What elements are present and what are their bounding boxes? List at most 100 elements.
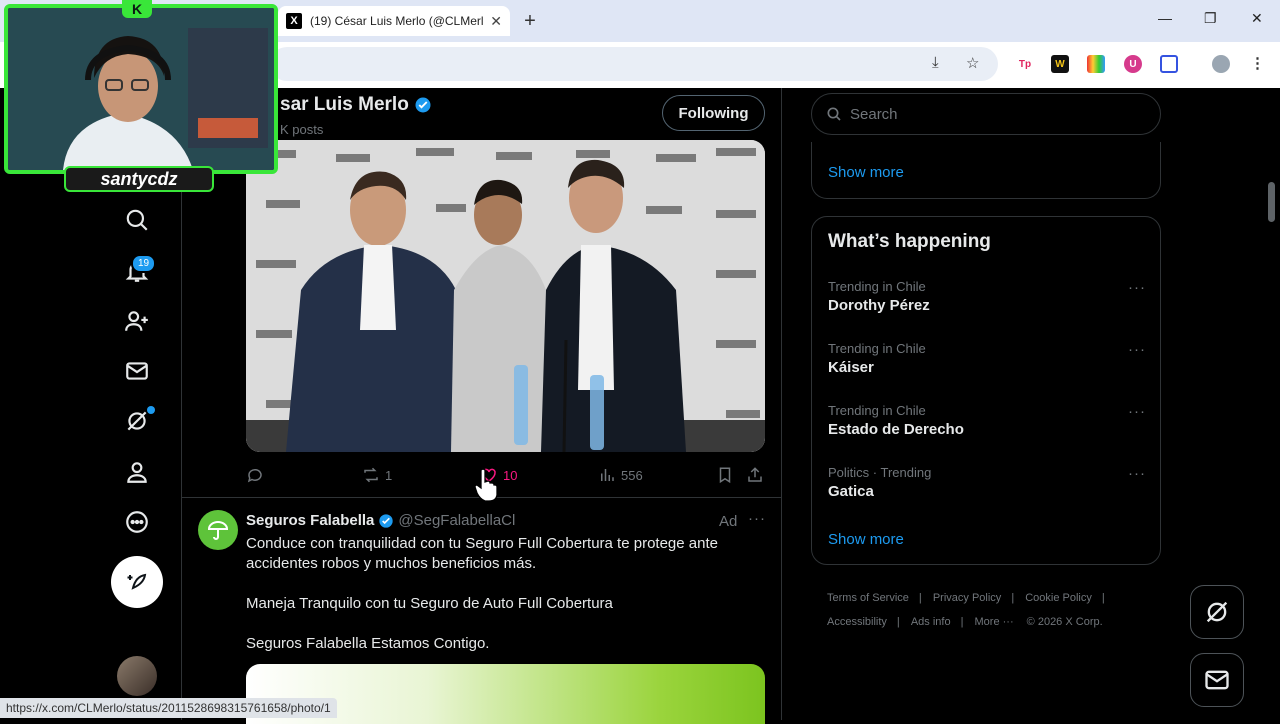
verified-badge-icon	[379, 513, 394, 528]
webcam-video	[8, 8, 274, 170]
ad-paragraph: Seguros Falabella Estamos Contigo.	[246, 635, 490, 652]
browser-menu-icon[interactable]: ⋮	[1250, 54, 1265, 72]
sidebar-box-top: Show more	[811, 142, 1161, 199]
verified-badge-icon	[415, 97, 431, 113]
ad-author-name[interactable]: Seguros Falabella	[246, 512, 374, 529]
minimize-icon[interactable]: —	[1158, 10, 1172, 26]
trend-item[interactable]: Trending in Chile Dorothy Pérez ···	[828, 279, 1146, 314]
webcam-overlay: K santycdz	[0, 0, 282, 196]
bookmark-button[interactable]	[716, 466, 739, 484]
trend-more-icon[interactable]: ···	[1128, 465, 1146, 482]
post-photo[interactable]	[246, 140, 765, 452]
footer-copyright: © 2026 X Corp.	[1026, 616, 1103, 628]
page-scrollbar-thumb[interactable]	[1268, 182, 1275, 222]
extension-color-icon[interactable]	[1087, 55, 1105, 73]
ad-paragraph: Maneja Tranquilo con tu Seguro de Auto F…	[246, 595, 613, 612]
feather-plus-icon	[127, 573, 147, 590]
extension-w-icon[interactable]: W	[1051, 55, 1069, 73]
streamer-name: santycdz	[64, 166, 214, 192]
bookmark-icon	[719, 467, 731, 484]
whats-happening-box: What’s happening Trending in Chile Dorot…	[811, 216, 1161, 565]
maximize-icon[interactable]: ❐	[1204, 10, 1217, 27]
window-close-icon[interactable]: ✕	[1251, 10, 1263, 27]
profile-icon[interactable]	[122, 457, 152, 487]
trend-item[interactable]: Politics · Trending Gatica ···	[828, 465, 1146, 500]
ad-paragraph: Conduce con tranquilidad con tu Seguro F…	[246, 535, 718, 572]
grok-float-button[interactable]	[1190, 585, 1244, 639]
views-chart-icon	[601, 469, 614, 481]
profile-post-count: K posts	[280, 122, 324, 137]
bookmark-star-icon[interactable]: ☆	[966, 54, 979, 72]
webcam-frame	[4, 4, 278, 174]
profile-avatar-icon[interactable]	[1212, 55, 1230, 73]
search-icon	[827, 107, 841, 121]
footer-ads-info-link[interactable]: Ads info	[911, 616, 951, 628]
trend-more-icon[interactable]: ···	[1128, 341, 1146, 358]
repost-count: 1	[385, 467, 393, 483]
footer-accessibility-link[interactable]: Accessibility	[827, 616, 887, 628]
footer-more-link[interactable]: More ···	[975, 616, 1014, 628]
footer-cookie-link[interactable]: Cookie Policy	[1025, 592, 1092, 604]
trend-name: Káiser	[828, 359, 874, 376]
reply-icon	[247, 468, 262, 483]
footer-terms-link[interactable]: Terms of Service	[827, 592, 909, 604]
extension-tp-icon[interactable]: Tp	[1016, 55, 1034, 73]
repost-icon	[364, 467, 378, 483]
ad-more-icon[interactable]: ···	[748, 510, 766, 527]
view-count: 556	[621, 467, 643, 483]
compose-post-button[interactable]	[111, 556, 163, 608]
trend-context: Politics · Trending	[828, 465, 932, 480]
ad-author-handle[interactable]: @SegFalabellaCl	[398, 512, 515, 529]
trend-more-icon[interactable]: ···	[1128, 279, 1146, 296]
views-button[interactable]: 556	[598, 466, 643, 484]
x-favicon-icon: X	[286, 13, 302, 29]
trend-name: Gatica	[828, 483, 874, 500]
search-input[interactable]: Search	[811, 93, 1161, 135]
show-more-link[interactable]: Show more	[828, 164, 904, 181]
search-placeholder: Search	[850, 105, 898, 123]
more-options-icon[interactable]	[122, 507, 152, 537]
whats-happening-title: What’s happening	[828, 231, 991, 252]
press-conference-image	[246, 140, 765, 452]
explore-icon[interactable]	[122, 205, 152, 235]
repost-button[interactable]: 1	[362, 466, 392, 484]
trend-context: Trending in Chile	[828, 403, 926, 418]
footer-privacy-link[interactable]: Privacy Policy	[933, 592, 1001, 604]
share-icon	[748, 467, 762, 482]
messages-mail-icon[interactable]	[122, 356, 152, 386]
ad-label: Ad	[719, 513, 738, 530]
account-avatar[interactable]	[117, 656, 157, 696]
extension-u-icon[interactable]: U	[1124, 55, 1142, 73]
grok-icon	[1206, 601, 1228, 623]
ad-header: Seguros Falabella @SegFalabellaCl	[246, 512, 515, 529]
new-tab-button[interactable]: +	[516, 8, 544, 34]
trend-name: Estado de Derecho	[828, 421, 964, 438]
share-button[interactable]	[746, 466, 769, 484]
stream-logo: K	[122, 0, 152, 18]
following-button[interactable]: Following	[662, 95, 765, 131]
sidebar-footer: Terms of Service | Privacy Policy | Cookie…	[827, 592, 1105, 628]
ad-avatar[interactable]	[198, 510, 238, 550]
umbrella-icon	[207, 521, 229, 540]
trend-more-icon[interactable]: ···	[1128, 403, 1146, 420]
mail-icon	[1205, 670, 1229, 690]
profile-header-name: sar Luis Merlo	[280, 94, 432, 116]
trend-name: Dorothy Pérez	[828, 297, 930, 314]
trend-item[interactable]: Trending in Chile Estado de Derecho ···	[828, 403, 1146, 438]
post-actions: 1 10 556	[246, 466, 765, 486]
install-app-icon[interactable]: ⤓	[932, 54, 939, 71]
profile-name-text: sar Luis Merlo	[280, 94, 409, 115]
tab-close-icon[interactable]: ✕	[490, 13, 502, 30]
extensions-puzzle-icon[interactable]	[1160, 55, 1178, 73]
trend-context: Trending in Chile	[828, 279, 926, 294]
trend-item[interactable]: Trending in Chile Káiser ···	[828, 341, 1146, 376]
address-bar[interactable]	[270, 47, 998, 81]
hand-cursor-icon	[474, 468, 498, 502]
messages-float-button[interactable]	[1190, 653, 1244, 707]
reply-button[interactable]	[246, 466, 269, 484]
show-more-link[interactable]: Show more	[828, 531, 904, 548]
browser-tab[interactable]: X (19) César Luis Merlo (@CLMerl... ✕	[278, 6, 510, 36]
follow-icon[interactable]	[122, 306, 152, 336]
ad-body: Conduce con tranquilidad con tu Seguro F…	[246, 534, 766, 674]
trend-context: Trending in Chile	[828, 341, 926, 356]
